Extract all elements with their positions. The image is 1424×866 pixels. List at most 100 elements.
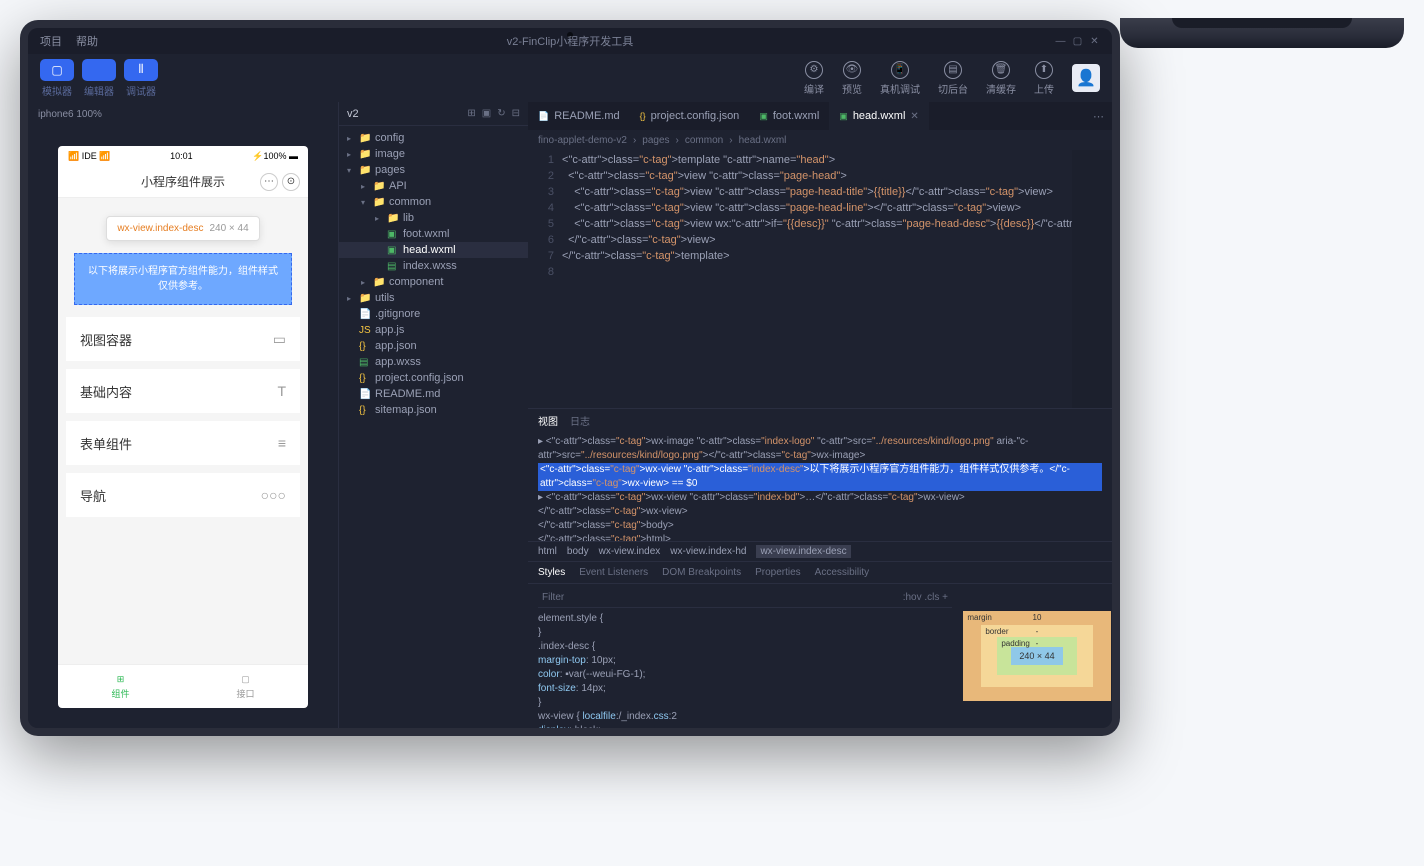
style-rule-line[interactable]: wx-view { localfile:/_index.css:2 [538,710,952,724]
tabs-more-icon[interactable]: ⋯ [1085,110,1112,123]
tree-item[interactable]: ▸📁component [339,274,528,290]
minimap[interactable] [1072,150,1112,408]
editor-tab[interactable]: ▣head.wxml✕ [829,102,928,130]
breadcrumb-segment[interactable]: pages [642,135,669,146]
list-item[interactable]: 导航○○○ [66,473,300,517]
toolbar-label: 模拟器 [42,83,72,98]
style-rule-line[interactable]: font-size: 14px; [538,682,952,696]
breadcrumb-segment[interactable]: head.wxml [739,135,787,146]
devtools-subtab[interactable]: Styles [538,567,565,578]
tree-item[interactable]: ▾📁common [339,194,528,210]
action-label: 预览 [842,81,862,96]
style-rule-line[interactable]: color: ▪var(--weui-FG-1); [538,668,952,682]
element-node[interactable]: </"c-attr">class="c-tag">html> [538,533,1102,541]
menu-item[interactable]: 帮助 [76,33,98,49]
tree-item[interactable]: ▸📁utils [339,290,528,306]
editor-tab[interactable]: {}project.config.json [630,102,750,130]
toolbar-mode-button[interactable]: ▢ 模拟器 [40,59,74,98]
tree-item[interactable]: ▸📁API [339,178,528,194]
tree-item[interactable]: {}app.json [339,338,528,354]
tree-item[interactable]: ▸📁config [339,130,528,146]
minimize-icon[interactable]: — [1055,36,1066,47]
element-crumb[interactable]: html [538,546,557,557]
list-item[interactable]: 基础内容T [66,369,300,413]
toolbar-icon: ▢ [40,59,74,81]
close-icon[interactable]: ✕ [1089,36,1100,47]
toolbar-action[interactable]: 🗑清缓存 [986,61,1016,96]
style-rule-line[interactable]: margin-top: 10px; [538,654,952,668]
tree-item[interactable]: {}project.config.json [339,370,528,386]
menu-item[interactable]: 项目 [40,33,62,49]
element-node[interactable]: </"c-attr">class="c-tag">wx-view> [538,505,1102,519]
avatar[interactable]: 👤 [1072,64,1100,92]
element-crumb[interactable]: wx-view.index-hd [670,546,746,557]
tree-item[interactable]: 📄README.md [339,386,528,402]
tree-item[interactable]: ▸📁image [339,146,528,162]
styles-panel: Filter :hov .cls + element.style {}.inde… [528,583,1112,728]
new-folder-icon[interactable]: ▣ [482,108,491,119]
element-node[interactable]: ▸ <"c-attr">class="c-tag">wx-image "c-at… [538,435,1102,463]
element-node[interactable]: </"c-attr">class="c-tag">body> [538,519,1102,533]
main-area: iphone6 100% 📶 IDE 📶 10:01 ⚡100% ▬ 小程序组件… [28,102,1112,728]
tabbar-item[interactable]: ⊞组件 [58,665,183,708]
breadcrumb-segment[interactable]: common [685,135,723,146]
element-crumb[interactable]: wx-view.index [599,546,661,557]
style-rule-line[interactable]: } [538,696,952,710]
style-rule-line[interactable]: .index-desc { [538,640,952,654]
highlighted-element[interactable]: 以下将展示小程序官方组件能力，组件样式仅供参考。 [74,253,292,305]
tree-item[interactable]: ▸📁lib [339,210,528,226]
style-rule-line[interactable]: element.style { [538,612,952,626]
element-crumb[interactable]: wx-view.index-desc [756,545,850,558]
toolbar-icon: ⫴ [124,59,158,81]
editor-tab[interactable]: 📄README.md [528,102,630,130]
maximize-icon[interactable]: ▢ [1072,36,1083,47]
tabbar-item[interactable]: ▢接口 [183,665,308,708]
breadcrumb-segment[interactable]: fino-applet-demo-v2 [538,135,627,146]
editor-tab[interactable]: ▣foot.wxml [749,102,829,130]
tab-close-icon[interactable]: ✕ [910,111,918,122]
code-body[interactable]: <"c-attr">class="c-tag">template "c-attr… [562,150,1072,408]
devtools-subtab[interactable]: Accessibility [815,567,869,578]
toolbar-action[interactable]: 👁预览 [842,61,862,96]
devtools-tab[interactable]: 视图 [538,413,558,428]
action-icon: 📱 [891,61,909,79]
tree-item[interactable]: ▣head.wxml [339,242,528,258]
style-rule-line[interactable]: } [538,626,952,640]
tree-item[interactable]: {}sitemap.json [339,402,528,418]
devtools-subtab[interactable]: DOM Breakpoints [662,567,741,578]
close-app-icon[interactable]: ⊙ [282,173,300,191]
devtools-subtab[interactable]: Event Listeners [579,567,648,578]
code-editor[interactable]: 12345678 <"c-attr">class="c-tag">templat… [528,150,1112,408]
tree-item[interactable]: JSapp.js [339,322,528,338]
element-node[interactable]: <"c-attr">class="c-tag">wx-view "c-attr"… [538,463,1102,491]
toolbar-mode-button[interactable]: ⫴调试器 [124,59,158,98]
tree-item[interactable]: ▤index.wxss [339,258,528,274]
toolbar-action[interactable]: ⚙编译 [804,61,824,96]
elements-panel[interactable]: ▸ <"c-attr">class="c-tag">wx-image "c-at… [528,431,1112,541]
toolbar-action[interactable]: ⬆上传 [1034,61,1054,96]
simulator-device-label: iphone6 100% [28,102,338,126]
tree-item[interactable]: ▣foot.wxml [339,226,528,242]
list-item[interactable]: 视图容器▭ [66,317,300,361]
filter-placeholder[interactable]: Filter [542,591,564,605]
toolbar-action[interactable]: 📱真机调试 [880,61,920,96]
toolbar-action[interactable]: ▤切后台 [938,61,968,96]
devtools-tab[interactable]: 日志 [570,413,590,428]
element-node[interactable]: ▸ <"c-attr">class="c-tag">wx-view "c-att… [538,491,1102,505]
tree-item[interactable]: ▾📁pages [339,162,528,178]
toolbar-mode-button[interactable]: 编辑器 [82,59,116,98]
list-item[interactable]: 表单组件≡ [66,421,300,465]
collapse-icon[interactable]: ⊟ [512,108,520,119]
style-rule-line[interactable]: display: block; [538,724,952,728]
refresh-icon[interactable]: ↻ [497,108,505,119]
styles-rules[interactable]: Filter :hov .cls + element.style {}.inde… [528,584,962,728]
line-gutter: 12345678 [528,150,562,408]
tree-item[interactable]: ▤app.wxss [339,354,528,370]
menu-icon[interactable]: ⋯ [260,173,278,191]
filter-actions[interactable]: :hov .cls + [903,591,948,605]
element-crumb[interactable]: body [567,546,589,557]
tree-item[interactable]: 📄.gitignore [339,306,528,322]
tabbar-icon: ⊞ [117,674,125,685]
devtools-subtab[interactable]: Properties [755,567,801,578]
new-file-icon[interactable]: ⊞ [467,108,475,119]
